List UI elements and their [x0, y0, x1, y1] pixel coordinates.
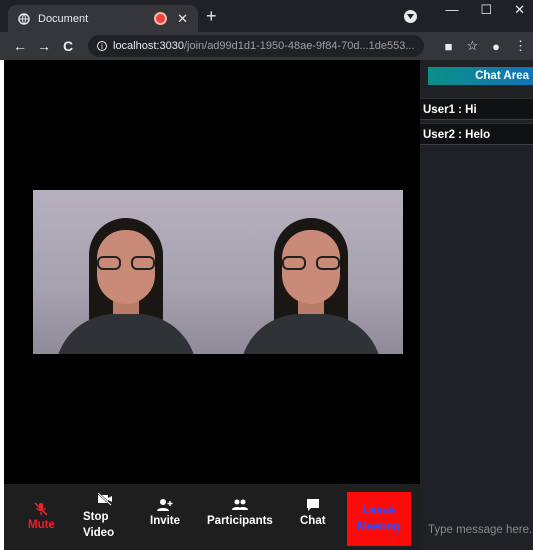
recording-icon	[154, 12, 168, 25]
info-icon[interactable]: i	[97, 41, 107, 51]
menu-icon[interactable]: ⋮	[514, 38, 527, 54]
reload-button[interactable]: C	[56, 38, 80, 54]
bookmark-star-icon[interactable]: ☆	[466, 38, 478, 54]
new-tab-button[interactable]: +	[206, 6, 217, 27]
tab-search-icon[interactable]	[404, 10, 417, 23]
leave-label-1: Leave	[362, 505, 396, 517]
invite-label: Invite	[150, 515, 181, 527]
microphone-muted-icon	[34, 502, 48, 516]
chat-message-input[interactable]	[428, 520, 533, 540]
video-tile-remote	[218, 190, 403, 354]
chat-panel: Chat Area User1 : Hi User2 : Helo	[420, 60, 533, 550]
chat-label: Chat	[300, 515, 326, 527]
maximize-button[interactable]: ☐	[480, 2, 492, 18]
leave-label-2: Meeting	[357, 521, 401, 533]
page-content: Mute Stop Video Invite Participants Chat…	[0, 60, 533, 550]
stop-video-label-2: Video	[83, 527, 115, 539]
mute-button[interactable]: Mute	[28, 502, 55, 531]
stop-video-label-1: Stop	[83, 511, 109, 523]
mute-label: Mute	[28, 519, 55, 531]
chat-header: Chat Area	[428, 67, 533, 85]
camera-icon[interactable]: ■	[445, 39, 453, 54]
profile-icon[interactable]: ●	[492, 39, 500, 54]
participants-button[interactable]: Participants	[207, 498, 273, 527]
url-host: localhost:3030	[113, 40, 184, 52]
address-bar[interactable]: i localhost:3030/join/ad99d1d1-1950-48ae…	[88, 35, 424, 57]
add-user-icon	[157, 499, 173, 511]
browser-tabstrip: Document ✕ + — ☐ ✕	[0, 0, 533, 32]
video-off-icon	[97, 492, 112, 506]
invite-button[interactable]: Invite	[150, 498, 180, 527]
chat-message: User1 : Hi	[420, 98, 533, 120]
globe-icon	[18, 12, 30, 25]
video-tile-local	[33, 190, 218, 354]
forward-button[interactable]: →	[32, 38, 56, 54]
window-controls: — ☐ ✕	[445, 2, 525, 18]
toolbar-icons: ■ ☆ ● ⋮	[445, 32, 527, 60]
minimize-button[interactable]: —	[445, 2, 458, 18]
participants-label: Participants	[207, 515, 273, 527]
back-button[interactable]: ←	[8, 38, 32, 54]
chat-message: User2 : Helo	[420, 123, 533, 145]
tab-close-button[interactable]: ✕	[177, 11, 188, 27]
leave-meeting-button[interactable]: Leave Meeting	[347, 492, 411, 546]
tab-title: Document	[38, 12, 89, 25]
browser-tab[interactable]: Document ✕	[8, 5, 198, 32]
url-path: /join/ad99d1d1-1950-48ae-9f84-70d...1de5…	[183, 40, 415, 52]
chat-bubble-icon	[306, 499, 319, 511]
people-icon	[231, 499, 248, 510]
stop-video-button[interactable]: Stop Video	[83, 492, 114, 541]
meeting-controls-bar: Mute Stop Video Invite Participants Chat…	[4, 484, 420, 550]
chat-button[interactable]: Chat	[300, 498, 326, 527]
video-grid	[4, 60, 420, 484]
window-close-button[interactable]: ✕	[514, 2, 525, 18]
browser-toolbar: ← → C i localhost:3030/join/ad99d1d1-195…	[0, 32, 533, 60]
